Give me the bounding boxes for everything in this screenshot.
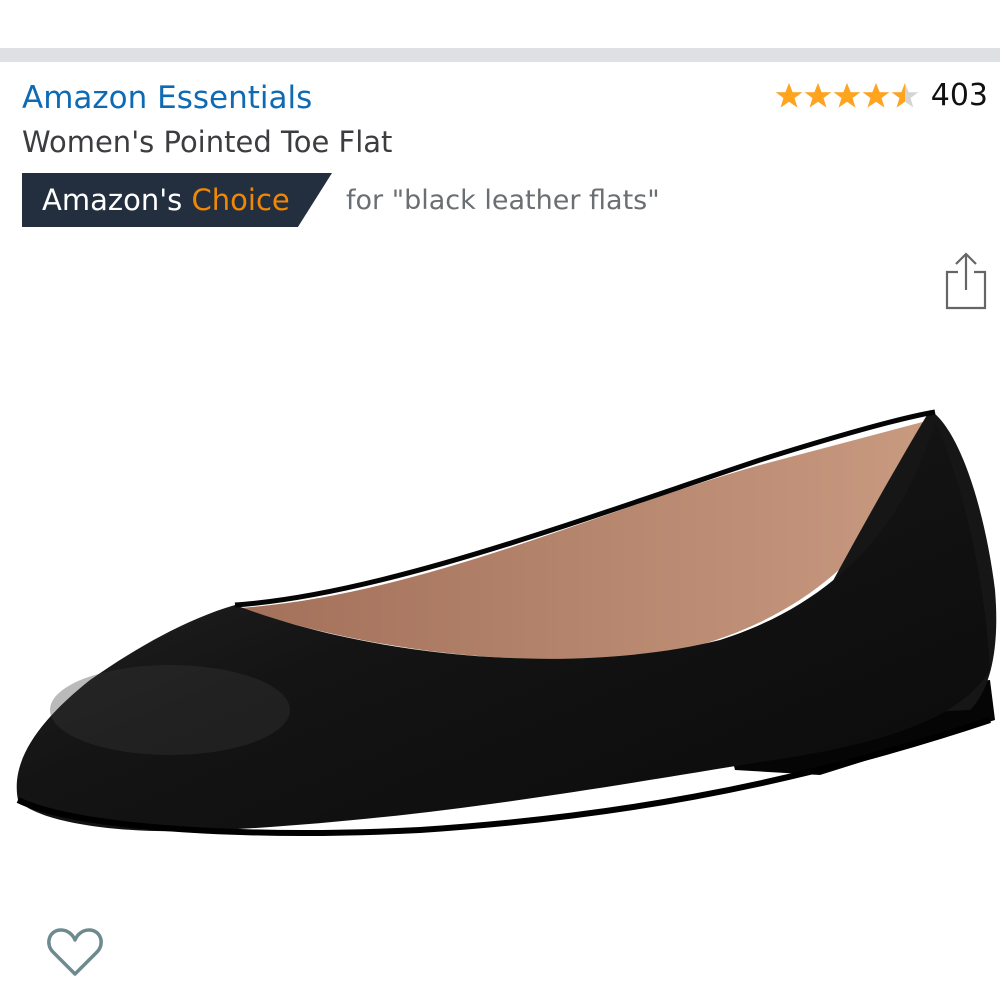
heart-icon: [47, 928, 103, 976]
choice-keyword: for "black leather flats": [346, 184, 660, 216]
brand-link[interactable]: Amazon Essentials: [22, 80, 312, 116]
black-leather-flat-shoe-image: [16, 409, 997, 836]
amazons-choice-badge: Amazon's Choice: [22, 173, 332, 227]
top-divider-strip: [0, 48, 1000, 62]
share-icon: [945, 252, 987, 310]
star-icon: [775, 83, 803, 108]
share-button[interactable]: [944, 250, 988, 312]
review-count[interactable]: 403: [931, 78, 988, 113]
star-icon: [891, 83, 919, 108]
star-icon: [862, 83, 890, 108]
choice-badge-highlight: Choice: [191, 183, 290, 217]
rating-summary[interactable]: 403: [775, 78, 988, 113]
wishlist-button[interactable]: [46, 926, 104, 978]
amazons-choice-row: Amazon's Choice for "black leather flats…: [22, 173, 660, 227]
choice-badge-prefix: Amazon's: [42, 183, 183, 217]
star-icon: [833, 83, 861, 108]
product-image[interactable]: [0, 390, 1000, 860]
star-icon: [804, 83, 832, 108]
product-title: Women's Pointed Toe Flat: [22, 125, 393, 159]
star-rating: [775, 82, 919, 109]
